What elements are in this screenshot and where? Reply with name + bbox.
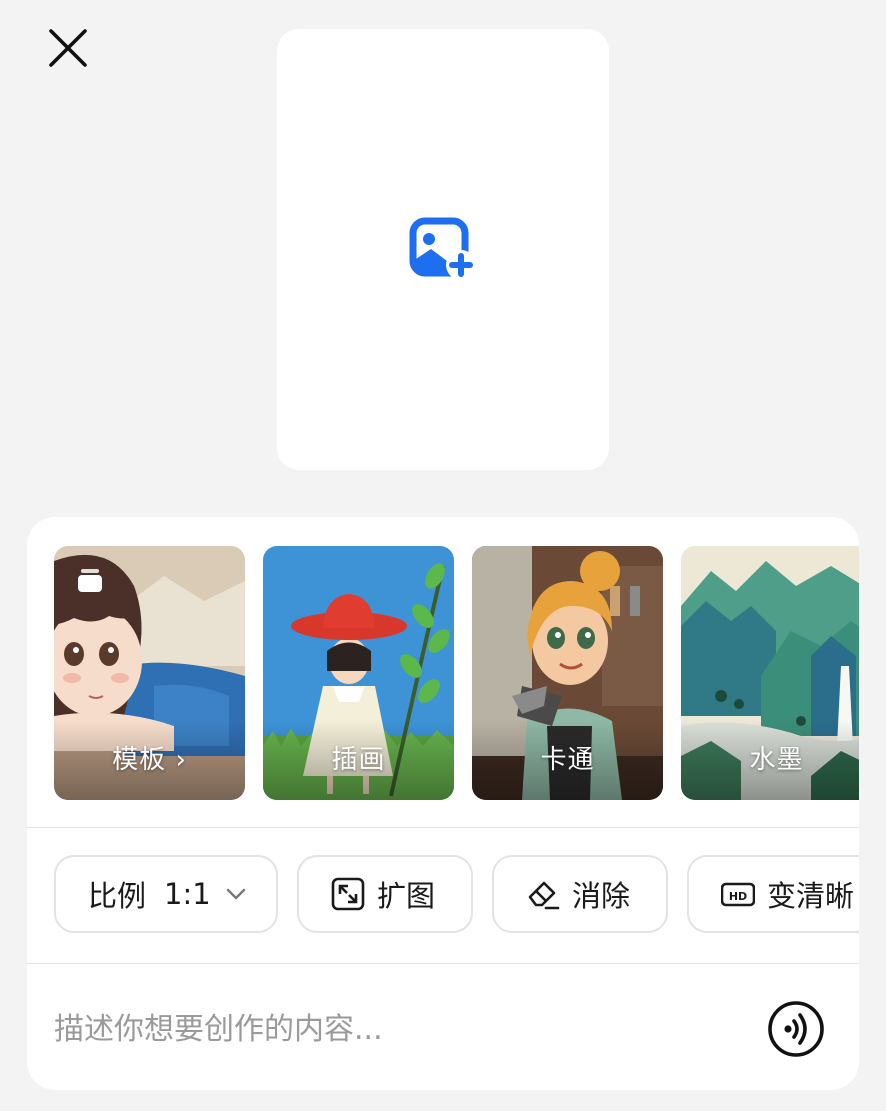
erase-label: 消除: [572, 879, 631, 913]
style-tile-illustration[interactable]: 插画: [263, 546, 454, 800]
ratio-label: 比例: [88, 879, 147, 913]
expand-label: 扩图: [377, 879, 436, 913]
prompt-input[interactable]: [54, 1007, 744, 1051]
erase-button[interactable]: 消除: [492, 855, 668, 933]
style-label-template: 模板 ›: [112, 745, 187, 775]
expand-image-button[interactable]: 扩图: [297, 855, 473, 933]
add-image-button[interactable]: [409, 217, 481, 283]
ratio-selector[interactable]: 比例 1:1: [54, 855, 278, 933]
expand-icon: [331, 877, 365, 911]
divider: [27, 827, 859, 828]
hd-icon: HD: [721, 882, 755, 907]
template-stack-icon: [78, 569, 102, 592]
voice-icon: [768, 1001, 824, 1057]
chevron-down-icon: [226, 888, 245, 900]
creation-panel: 模板 › 插画 卡通 水墨 比例 1:1 扩图 消除 HD 变清晰 描述你想要创…: [27, 517, 859, 1090]
enhance-label: 变清晰: [767, 879, 855, 913]
close-button[interactable]: [44, 24, 92, 72]
close-icon: [49, 29, 87, 67]
image-upload-card[interactable]: [277, 29, 609, 470]
enhance-button[interactable]: HD 变清晰: [687, 855, 859, 933]
style-tile-cartoon[interactable]: 卡通: [472, 546, 663, 800]
screen: 模板 › 插画 卡通 水墨 比例 1:1 扩图 消除 HD 变清晰 描述你想要创…: [0, 0, 886, 1111]
eraser-icon: [528, 881, 560, 910]
style-label-illustration: 插画: [331, 745, 386, 775]
chevron-right-icon: ›: [175, 745, 187, 775]
tools-row[interactable]: 比例 1:1 扩图 消除 HD 变清晰: [54, 855, 859, 939]
style-tile-ink[interactable]: 水墨: [681, 546, 859, 800]
svg-text:HD: HD: [729, 890, 747, 903]
style-label-cartoon: 卡通: [540, 745, 595, 775]
voice-input-button[interactable]: [767, 1000, 825, 1058]
style-tile-template[interactable]: 模板 ›: [54, 546, 245, 800]
divider: [27, 963, 859, 964]
add-image-icon: [409, 217, 476, 280]
ratio-value: 1:1: [164, 877, 211, 911]
style-label-ink: 水墨: [749, 745, 804, 775]
style-carousel[interactable]: 模板 › 插画 卡通 水墨: [54, 546, 859, 802]
